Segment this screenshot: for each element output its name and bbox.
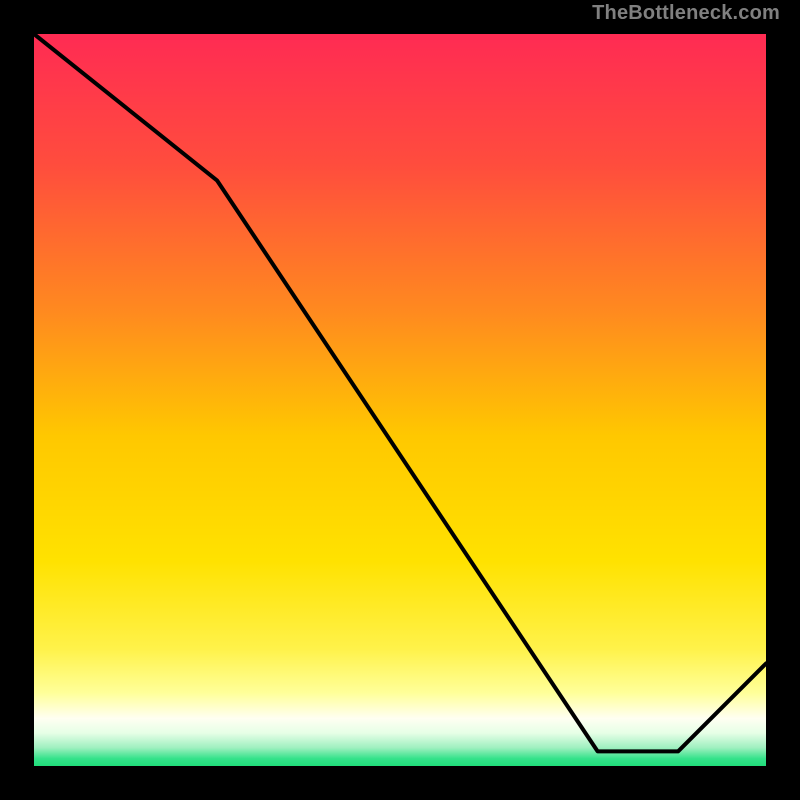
chart-stage: TheBottleneck.com [0,0,800,800]
plot-frame [30,30,770,770]
plot-area [34,34,766,766]
bottleneck-curve [34,34,766,751]
attribution-label: TheBottleneck.com [592,2,780,25]
curve-layer [34,34,766,766]
